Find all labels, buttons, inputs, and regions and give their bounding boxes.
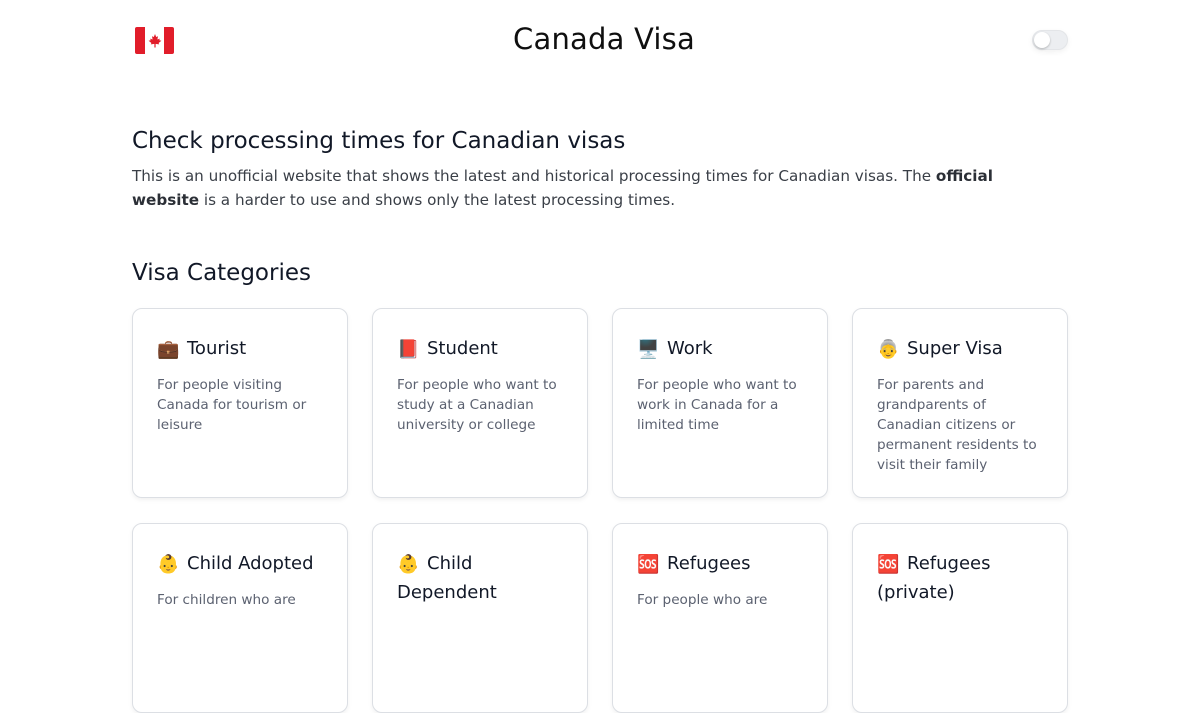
card-title: 👶 Child Adopted <box>157 550 327 579</box>
visa-card-refugees-private[interactable]: 🆘 Refugees (private) <box>852 523 1068 713</box>
intro-text-after: is a harder to use and shows only the la… <box>199 191 676 209</box>
visa-card-tourist[interactable]: 💼 Tourist For people visiting Canada for … <box>132 308 348 498</box>
card-title: 👵 Super Visa <box>877 335 1047 364</box>
card-description: For people who want to work in Canada fo… <box>637 377 797 433</box>
visa-card-child-dependent[interactable]: 👶 Child Dependent <box>372 523 588 713</box>
site-title[interactable]: Canada Visa <box>0 22 1200 56</box>
card-description: For parents and grandparents of Canadian… <box>877 377 1037 473</box>
card-title-text: Child Adopted <box>187 553 314 574</box>
child-icon: 👶 <box>397 554 420 575</box>
intro-text: This is an unofficial website that shows… <box>132 164 1052 212</box>
card-title: 🖥️ Work <box>637 335 807 364</box>
visa-categories-title: Visa Categories <box>132 260 311 286</box>
briefcase-icon: 💼 <box>157 339 180 360</box>
card-title-text: Tourist <box>187 338 247 359</box>
sos-icon: 🆘 <box>637 554 660 575</box>
visa-card-work[interactable]: 🖥️ Work For people who want to work in Ca… <box>612 308 828 498</box>
grandparent-icon: 👵 <box>877 339 900 360</box>
card-title-text: Super Visa <box>907 338 1003 359</box>
site-header: Canada Visa <box>0 0 1200 82</box>
visa-card-child-adopted[interactable]: 👶 Child Adopted For children who are <box>132 523 348 713</box>
visa-card-super-visa[interactable]: 👵 Super Visa For parents and grandparents… <box>852 308 1068 498</box>
computer-icon: 🖥️ <box>637 339 660 360</box>
card-description: For people visiting Canada for tourism o… <box>157 377 307 433</box>
visa-card-refugees[interactable]: 🆘 Refugees For people who are <box>612 523 828 713</box>
card-title: 👶 Child Dependent <box>397 550 567 607</box>
card-title: 💼 Tourist <box>157 335 327 364</box>
visa-card-student[interactable]: 📕 Student For people who want to study at… <box>372 308 588 498</box>
card-description: For children who are <box>157 592 296 608</box>
visa-categories-grid: 💼 Tourist For people visiting Canada for … <box>132 308 1068 713</box>
book-icon: 📕 <box>397 339 420 360</box>
card-description: For people who want to study at a Canadi… <box>397 377 557 433</box>
card-title: 🆘 Refugees (private) <box>877 550 1047 607</box>
intro-title: Check processing times for Canadian visa… <box>132 128 626 154</box>
sos-icon: 🆘 <box>877 554 900 575</box>
card-title-text: Refugees <box>667 553 751 574</box>
child-icon: 👶 <box>157 554 180 575</box>
dark-mode-toggle[interactable] <box>1032 30 1068 50</box>
card-title: 🆘 Refugees <box>637 550 807 579</box>
card-title: 📕 Student <box>397 335 567 364</box>
card-title-text: Work <box>667 338 713 359</box>
card-title-text: Student <box>427 338 498 359</box>
toggle-knob <box>1034 32 1050 48</box>
intro-text-before: This is an unofficial website that shows… <box>132 167 936 185</box>
card-description: For people who are <box>637 592 768 608</box>
